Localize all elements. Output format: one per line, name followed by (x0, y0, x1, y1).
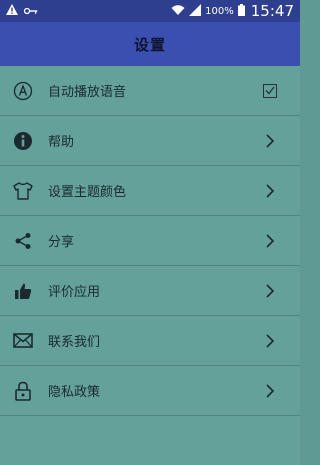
battery-icon (237, 3, 245, 19)
warning-icon (6, 4, 18, 18)
status-bar: 100% 15:47 (0, 0, 300, 22)
setting-auto-play-voice[interactable]: 自动播放语音 (0, 66, 300, 116)
setting-help[interactable]: 帮助 (0, 116, 300, 166)
setting-label: 联系我们 (48, 335, 101, 350)
setting-privacy-policy[interactable]: 隐私政策 (0, 366, 300, 416)
chevron-right-icon (262, 333, 278, 349)
setting-label: 隐私政策 (48, 385, 101, 400)
list-empty-area (0, 416, 300, 465)
status-left (6, 4, 38, 18)
signal-icon (189, 3, 202, 19)
wifi-icon (171, 4, 185, 19)
auto-play-checkbox[interactable] (262, 83, 278, 99)
app-bar: 设置 (0, 22, 300, 66)
setting-label: 设置主题颜色 (48, 185, 127, 200)
setting-label: 评价应用 (48, 285, 101, 300)
setting-label: 自动播放语音 (48, 85, 127, 100)
info-icon (12, 130, 34, 152)
setting-theme-color[interactable]: 设置主题颜色 (0, 166, 300, 216)
check-icon (265, 86, 275, 95)
lock-icon (12, 380, 34, 402)
checkbox-box (263, 83, 277, 98)
share-icon (12, 230, 34, 252)
chevron-right-icon (262, 283, 278, 299)
status-right: 100% 15:47 (171, 2, 294, 20)
shirt-icon (12, 180, 34, 202)
status-time: 15:47 (250, 2, 294, 20)
thumbs-up-icon (12, 280, 34, 302)
page-title: 设置 (133, 35, 166, 54)
battery-percent: 100% (205, 5, 234, 17)
chevron-right-icon (262, 383, 278, 399)
chevron-right-icon (262, 183, 278, 199)
chevron-right-icon (262, 233, 278, 249)
settings-list: 自动播放语音 帮助 设置主题颜色 分享 评价应用 联系我们 隐私政策 (0, 66, 300, 416)
setting-contact-us[interactable]: 联系我们 (0, 316, 300, 366)
setting-share[interactable]: 分享 (0, 216, 300, 266)
setting-label: 帮助 (48, 135, 75, 150)
setting-label: 分享 (48, 235, 75, 250)
key-icon (23, 4, 38, 18)
chevron-right-icon (262, 133, 278, 149)
auto-play-icon (12, 80, 34, 102)
mail-icon (12, 330, 34, 352)
setting-rate-app[interactable]: 评价应用 (0, 266, 300, 316)
